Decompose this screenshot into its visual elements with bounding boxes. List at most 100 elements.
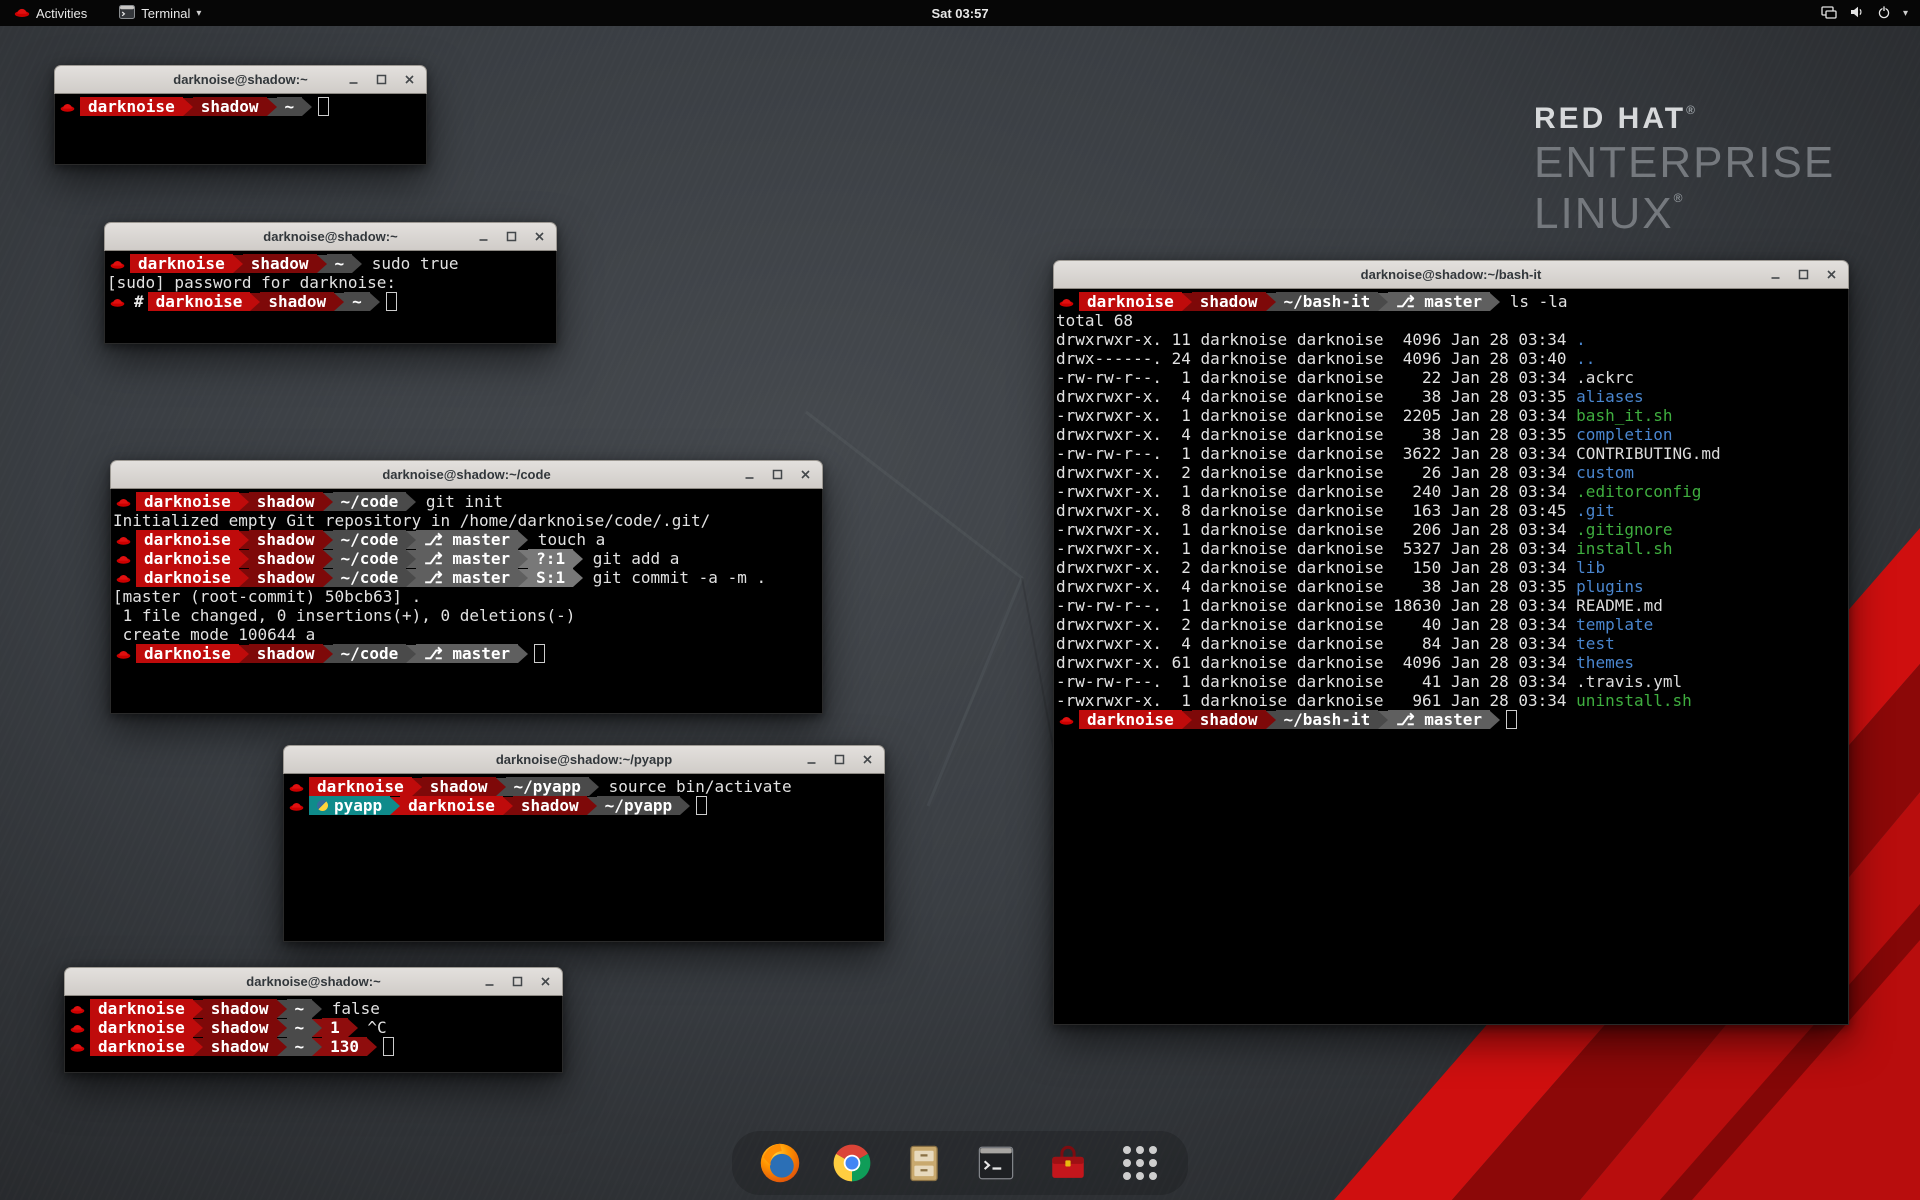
- close-icon[interactable]: [538, 974, 553, 989]
- terminal-line: drwxrwxr-x. 4 darknoise darknoise 38 Jan…: [1056, 387, 1846, 406]
- prompt-segment: shadow: [249, 492, 323, 511]
- activities-button[interactable]: Activities: [8, 0, 93, 26]
- prompt-segment: shadow: [1192, 292, 1266, 311]
- redhat-prompt-icon: [116, 552, 131, 565]
- terminal-line: -rwxrwxr-x. 1 darknoise darknoise 240 Ja…: [1056, 482, 1846, 501]
- powerline-separator-icon: [406, 550, 416, 568]
- system-status-menu[interactable]: ▾: [1821, 5, 1920, 22]
- minimize-icon[interactable]: [346, 72, 361, 87]
- terminal-content[interactable]: darknoiseshadow~/code git initInitialize…: [110, 489, 823, 714]
- app-menu-terminal[interactable]: Terminal ▾: [113, 0, 207, 26]
- terminal-dock-icon[interactable]: [972, 1139, 1020, 1187]
- minimize-icon[interactable]: [1768, 267, 1783, 282]
- file-name: themes: [1576, 653, 1634, 672]
- redhat-prompt-icon: [116, 495, 131, 508]
- maximize-icon[interactable]: [770, 467, 785, 482]
- prompt-segment: darknoise: [130, 254, 233, 273]
- output-text: drwxrwxr-x. 2 darknoise darknoise 26 Jan…: [1056, 463, 1576, 482]
- prompt-segment: shadow: [203, 1037, 277, 1056]
- output-text: total 68: [1056, 311, 1133, 330]
- toolbox-icon[interactable]: [1044, 1139, 1092, 1187]
- maximize-icon[interactable]: [832, 752, 847, 767]
- terminal-line: darknoiseshadow~130: [67, 1037, 560, 1056]
- file-name: ..: [1576, 349, 1595, 368]
- file-name: plugins: [1576, 577, 1643, 596]
- maximize-icon[interactable]: [374, 72, 389, 87]
- maximize-icon[interactable]: [510, 974, 525, 989]
- output-text: -rwxrwxr-x. 1 darknoise darknoise 961 Ja…: [1056, 691, 1576, 710]
- prompt-segment: ⎇ master: [416, 568, 518, 587]
- powerline-separator-icon: [193, 1000, 203, 1018]
- chrome-icon[interactable]: [828, 1139, 876, 1187]
- app-menu-label: Terminal: [141, 6, 190, 21]
- maximize-icon[interactable]: [1796, 267, 1811, 282]
- close-icon[interactable]: [1824, 267, 1839, 282]
- close-icon[interactable]: [402, 72, 417, 87]
- powerline-separator-icon: [312, 1038, 322, 1056]
- command-text: ^C: [358, 1018, 387, 1037]
- window-titlebar[interactable]: darknoise@shadow:~: [104, 222, 557, 251]
- show-applications-icon[interactable]: [1116, 1139, 1164, 1187]
- close-icon[interactable]: [860, 752, 875, 767]
- terminal-line: drwxrwxr-x. 2 darknoise darknoise 26 Jan…: [1056, 463, 1846, 482]
- window-titlebar[interactable]: darknoise@shadow:~/code: [110, 460, 823, 489]
- terminal-line: pyappdarknoiseshadow~/pyapp: [286, 796, 882, 815]
- terminal-line: drwxrwxr-x. 2 darknoise darknoise 40 Jan…: [1056, 615, 1846, 634]
- firefox-icon[interactable]: [756, 1139, 804, 1187]
- window-titlebar[interactable]: darknoise@shadow:~: [54, 65, 427, 94]
- root-prefix: #: [130, 292, 148, 311]
- close-icon[interactable]: [532, 229, 547, 244]
- prompt-segment: shadow: [249, 549, 323, 568]
- terminal-line: darknoiseshadow~/code⎇ master touch a: [113, 530, 820, 549]
- terminal-line: 1 file changed, 0 insertions(+), 0 delet…: [113, 606, 820, 625]
- powerline-separator-icon: [1378, 293, 1388, 311]
- powerline-separator-icon: [317, 255, 327, 273]
- output-text: drwx------. 24 darknoise darknoise 4096 …: [1056, 349, 1576, 368]
- powerline-separator-icon: [277, 1019, 287, 1037]
- powerline-separator-icon: [334, 293, 344, 311]
- maximize-icon[interactable]: [504, 229, 519, 244]
- output-text: drwxrwxr-x. 61 darknoise darknoise 4096 …: [1056, 653, 1576, 672]
- terminal-content[interactable]: darknoiseshadow~/bash-it⎇ master ls -lat…: [1053, 289, 1849, 1025]
- terminal-content[interactable]: darknoiseshadow~ falsedarknoiseshadow~1 …: [64, 996, 563, 1073]
- clock[interactable]: Sat 03:57: [931, 6, 988, 21]
- window-title: darknoise@shadow:~/code: [382, 467, 550, 482]
- minimize-icon[interactable]: [476, 229, 491, 244]
- top-bar: Activities Terminal ▾ Sat 03:57 ▾: [0, 0, 1920, 26]
- powerline-separator-icon: [193, 1019, 203, 1037]
- powerline-separator-icon: [302, 98, 312, 116]
- terminal-line: darknoiseshadow~/pyapp source bin/activa…: [286, 777, 882, 796]
- output-text: Initialized empty Git repository in /hom…: [113, 511, 710, 530]
- window-titlebar[interactable]: darknoise@shadow:~/pyapp: [283, 745, 885, 774]
- output-text: -rwxrwxr-x. 1 darknoise darknoise 2205 J…: [1056, 406, 1576, 425]
- redhat-prompt-icon: [110, 295, 125, 308]
- redhat-logo-icon: [14, 5, 30, 21]
- command-text: false: [322, 999, 380, 1018]
- file-name: aliases: [1576, 387, 1643, 406]
- prompt-segment: ~: [287, 1037, 313, 1056]
- minimize-icon[interactable]: [804, 752, 819, 767]
- minimize-icon[interactable]: [742, 467, 757, 482]
- terminal-content[interactable]: darknoiseshadow~ sudo true[sudo] passwor…: [104, 251, 557, 344]
- prompt-segment: ~: [287, 1018, 313, 1037]
- files-icon[interactable]: [900, 1139, 948, 1187]
- output-text: [master (root-commit) 50bcb63] .: [113, 587, 421, 606]
- prompt-segment: darknoise: [400, 796, 503, 815]
- window-titlebar[interactable]: darknoise@shadow:~/bash-it: [1053, 260, 1849, 289]
- powerline-separator-icon: [352, 255, 362, 273]
- terminal-line: -rw-rw-r--. 1 darknoise darknoise 3622 J…: [1056, 444, 1846, 463]
- redhat-prompt-icon: [110, 257, 125, 270]
- terminal-content[interactable]: darknoiseshadow~/pyapp source bin/activa…: [283, 774, 885, 942]
- output-text: -rw-rw-r--. 1 darknoise darknoise 22 Jan…: [1056, 368, 1576, 387]
- file-name: README.md: [1576, 596, 1663, 615]
- minimize-icon[interactable]: [482, 974, 497, 989]
- window-titlebar[interactable]: darknoise@shadow:~: [64, 967, 563, 996]
- prompt-segment: ~/code: [333, 568, 407, 587]
- powerline-separator-icon: [367, 1038, 377, 1056]
- powerline-separator-icon: [1266, 711, 1276, 729]
- prompt-segment: ~: [277, 97, 303, 116]
- terminal-line: darknoiseshadow~ sudo true: [107, 254, 554, 273]
- close-icon[interactable]: [798, 467, 813, 482]
- redhat-prompt-icon: [116, 533, 131, 546]
- terminal-content[interactable]: darknoiseshadow~: [54, 94, 427, 165]
